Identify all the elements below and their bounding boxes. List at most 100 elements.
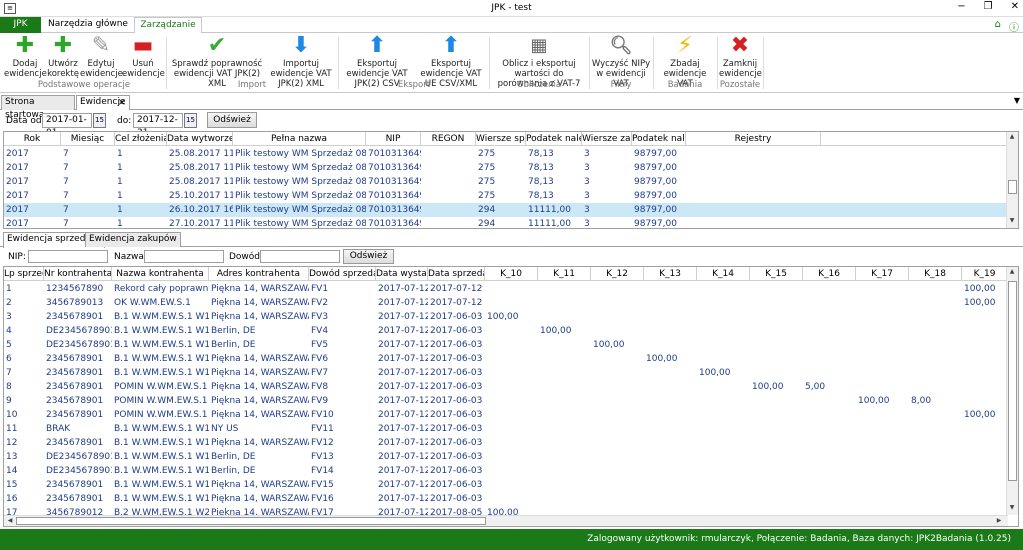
scroll-thumb[interactable] (1008, 281, 1017, 481)
restore-icon[interactable]: ❐ (984, 1, 993, 12)
scroll-thumb[interactable] (1008, 180, 1017, 194)
tab-main-tools[interactable]: Narzędzia główne (44, 17, 132, 33)
calendar-icon[interactable]: 15 (184, 113, 197, 128)
name-input[interactable] (144, 250, 224, 263)
column-header[interactable]: Rok (4, 132, 61, 146)
tab-records[interactable]: Ewidencje × (76, 95, 130, 110)
tabs-dropdown-icon[interactable]: ▼ (1014, 96, 1020, 105)
column-header[interactable]: K_11 (538, 267, 591, 281)
table-cell (750, 366, 803, 380)
table-row[interactable]: 9 2345678901 POMIN W.WM.EW.S.1 W1Piękna 14… (4, 394, 1008, 408)
create-correction-button[interactable]: ✚ Utwórz korektę (46, 35, 80, 80)
info-icon[interactable]: ⓘ (1009, 19, 1019, 34)
edit-records-button[interactable]: ✎ Edytuj ewidencje (80, 35, 123, 80)
vertical-scrollbar[interactable]: ▲ ▼ (1006, 132, 1018, 228)
table-row[interactable]: 11 BRAK B.1 W.WM.EW.S.1 W1 NY US FV11 2017-07… (4, 422, 1008, 436)
table-row[interactable]: 12 2345678901 B.1 W.WM.EW.S.1 W1 Piękna 14,… (4, 436, 1008, 450)
column-header[interactable]: K_14 (697, 267, 750, 281)
tab-jpk[interactable]: JPK (0, 17, 41, 33)
column-header[interactable]: Dowód sprzedaży (309, 267, 376, 281)
column-header[interactable]: REGON (421, 132, 476, 146)
proof-input[interactable] (260, 250, 340, 263)
nip-input[interactable] (28, 250, 108, 263)
column-header[interactable]: K_16 (803, 267, 856, 281)
table-row[interactable]: 4 DE2345678901B.1 W.WM.EW.S.1 W1 DEBerlin… (4, 324, 1008, 338)
vertical-scrollbar[interactable]: ▲ ▼ (1006, 267, 1018, 515)
column-header[interactable]: Miesiąc (61, 132, 115, 146)
minimize-icon[interactable]: − (957, 1, 965, 12)
close-icon[interactable]: ✕ (1011, 1, 1019, 12)
table-row[interactable]: 16 2345678901 B.1 W.WM.EW.S.1 W1 Piękna 14,… (4, 492, 1008, 506)
column-header[interactable]: Pełna nazwa (233, 132, 366, 146)
column-header[interactable]: Rejestry (686, 132, 821, 146)
table-row[interactable]: 5 DE2345678901B.1 W.WM.EW.S.1 W1 DEBerlin… (4, 338, 1008, 352)
refresh-button[interactable]: Odśwież (207, 112, 257, 128)
table-row[interactable]: 2017 7 1 26.10.2017 16:32Plik testowy WM Sp… (4, 203, 1008, 217)
table-cell (856, 296, 909, 310)
table-cell (803, 464, 856, 478)
column-header[interactable]: K_12 (591, 267, 644, 281)
tab-purchase-register[interactable]: Ewidencja zakupów (85, 232, 181, 247)
table-row[interactable]: 13 DE2345678901B.1 W.WM.EW.S.1 W1 DEBerli… (4, 450, 1008, 464)
scroll-up-icon[interactable]: ▲ (1007, 133, 1017, 140)
horizontal-scrollbar[interactable]: ◀ ▶ (4, 515, 1008, 526)
date-to-input[interactable]: 2017-12-31 (133, 113, 183, 138)
table-row[interactable]: 2 3456789013 OK W.WM.EW.S.1 Piękna 14, WARS… (4, 296, 1008, 310)
date-from-input[interactable]: 2017-01-01 (42, 113, 92, 138)
column-header[interactable]: Cel złożenia (115, 132, 167, 146)
table-row[interactable]: 15 2345678901 B.1 W.WM.EW.S.1 W1 Piękna 14,… (4, 478, 1008, 492)
close-records-button[interactable]: ✖ Zamknij ewidencje (719, 35, 762, 80)
column-header[interactable]: Adres kontrahenta (209, 267, 309, 281)
table-row[interactable]: 7 2345678901 B.1 W.WM.EW.S.1 W1 Piękna 14, … (4, 366, 1008, 380)
table-row[interactable]: 2017 7 1 25.08.2017 11:30Plik testowy WM Sp… (4, 147, 1008, 161)
table-cell (538, 450, 591, 464)
column-header[interactable]: Wiersze sprzed (476, 132, 526, 146)
table-row[interactable]: 14 DE2345678901B.1 W.WM.EW.S.1 W1 DEBerli… (4, 464, 1008, 478)
column-header[interactable]: Nazwa kontrahenta (112, 267, 209, 281)
column-header[interactable]: Data wytworzenia (167, 132, 233, 146)
table-cell (485, 436, 538, 450)
calendar-icon[interactable]: 15 (93, 113, 106, 128)
register-refresh-button[interactable]: Odśwież (343, 249, 394, 264)
column-header[interactable]: Data sprzedaży (428, 267, 485, 281)
table-row[interactable]: 2017 7 1 25.08.2017 11:30Plik testowy WM Sp… (4, 175, 1008, 189)
scroll-down-icon[interactable]: ▼ (1007, 217, 1017, 224)
add-records-button[interactable]: ✚ Dodaj ewidencje (4, 35, 47, 80)
table-cell: 2017 (6, 219, 29, 229)
table-cell (856, 492, 909, 506)
column-header[interactable]: K_19 (962, 267, 1008, 281)
tab-start-page[interactable]: Strona startowa (1, 95, 75, 120)
column-header[interactable]: NIP (366, 132, 421, 146)
scroll-down-icon[interactable]: ▼ (1007, 504, 1017, 511)
column-header[interactable]: Podatek nalicz (632, 132, 686, 146)
column-header[interactable]: Data wystawie (376, 267, 428, 281)
table-cell (803, 408, 856, 422)
scroll-thumb[interactable] (16, 517, 486, 525)
table-row[interactable]: 2017 7 1 25.10.2017 11:30Plik testowy WM Sp… (4, 189, 1008, 203)
table-row[interactable]: 2017 7 1 25.08.2017 11:30Plik testowy WM Sp… (4, 161, 1008, 175)
home-icon[interactable]: ⌂ (995, 19, 1001, 34)
table-cell: FV1 (311, 284, 329, 294)
table-row[interactable]: 2017 7 1 27.10.2017 11:30Plik testowy WM Sp… (4, 217, 1008, 229)
scroll-right-icon[interactable]: ▶ (994, 517, 1004, 524)
column-header[interactable]: Wiersze zakup (582, 132, 632, 146)
column-header[interactable]: Lp sprzed (4, 267, 44, 281)
column-header[interactable]: K_15 (750, 267, 803, 281)
table-row[interactable]: 8 2345678901 POMIN W.WM.EW.S.1 W1Piękna 14… (4, 380, 1008, 394)
column-header[interactable]: K_17 (856, 267, 909, 281)
tab-manage[interactable]: Zarządzanie (134, 17, 202, 34)
column-header[interactable]: K_13 (644, 267, 697, 281)
delete-records-button[interactable]: ▬ Usuń ewidencje (122, 35, 165, 80)
table-row[interactable]: 1 1234567890 Rekord cały poprawny Piękna 14… (4, 282, 1008, 296)
table-row[interactable]: 10 2345678901 POMIN W.WM.EW.S.1 W1Piękna 1… (4, 408, 1008, 422)
table-row[interactable]: 6 2345678901 B.1 W.WM.EW.S.1 W1 Piękna 14, … (4, 352, 1008, 366)
table-row[interactable]: 3 2345678901 B.1 W.WM.EW.S.1 W1 Piękna 14, … (4, 310, 1008, 324)
column-header[interactable]: K_10 (485, 267, 538, 281)
column-header[interactable]: Nr kontrahenta (44, 267, 112, 281)
column-header[interactable]: Podatek należ (526, 132, 582, 146)
scroll-up-icon[interactable]: ▲ (1007, 268, 1017, 275)
close-tab-icon[interactable]: × (118, 96, 126, 109)
column-header[interactable]: K_18 (909, 267, 962, 281)
scroll-left-icon[interactable]: ◀ (5, 517, 15, 524)
table-cell (538, 282, 591, 296)
